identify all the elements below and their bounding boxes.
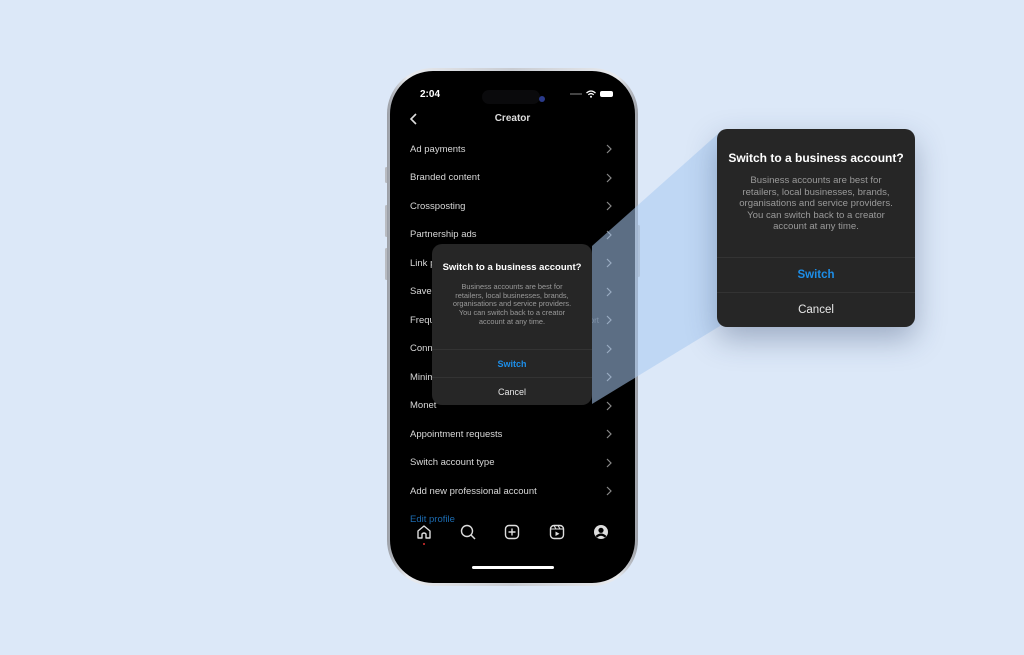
- wifi-icon: [586, 90, 596, 98]
- menu-item[interactable]: Appointment requests: [394, 420, 631, 449]
- dialog-body-line: Business accounts are best for: [750, 175, 882, 186]
- dialog-body-line: account at any time.: [478, 316, 546, 326]
- nav-bar: Creator: [394, 109, 631, 131]
- cancel-button[interactable]: Cancel: [717, 292, 915, 327]
- camera-indicator-icon: [539, 96, 545, 102]
- cancel-button[interactable]: Cancel: [432, 377, 592, 405]
- create-icon: [505, 524, 520, 540]
- chevron-right-icon: [606, 144, 612, 154]
- menu-item[interactable]: Add new professional account: [394, 477, 631, 506]
- menu-item-label: Ad payments: [410, 143, 466, 155]
- switch-account-dialog-zoomed: Switch to a business account? Business a…: [717, 129, 915, 327]
- chevron-right-icon: [606, 344, 612, 354]
- profile-icon: [593, 525, 608, 539]
- menu-item-label: Switch account type: [410, 457, 495, 469]
- dialog-body: Business accounts are best for retailers…: [729, 175, 903, 233]
- tab-create[interactable]: [502, 522, 522, 542]
- switch-button[interactable]: Switch: [717, 257, 915, 292]
- chevron-right-icon: [606, 429, 612, 439]
- status-time: 2:04: [420, 89, 441, 100]
- notification-dot: [423, 543, 426, 545]
- chevron-right-icon: [606, 486, 612, 496]
- dialog-body-line: retailers, local businesses, brands,: [742, 186, 890, 198]
- chevron-right-icon: [606, 315, 612, 325]
- tab-search[interactable]: [458, 522, 478, 542]
- chevron-right-icon: [606, 201, 612, 211]
- chevron-right-icon: [606, 287, 612, 297]
- status-bar: 2:04: [394, 87, 631, 104]
- switch-button[interactable]: Switch: [432, 349, 592, 377]
- chevron-right-icon: [606, 173, 612, 183]
- menu-item-label: Partnership ads: [410, 229, 477, 241]
- chevron-right-icon: [606, 230, 612, 240]
- menu-item[interactable]: Crossposting: [394, 192, 631, 221]
- tab-home[interactable]: [414, 522, 434, 545]
- chevron-right-icon: [606, 458, 612, 468]
- menu-item[interactable]: Switch account type: [394, 449, 631, 478]
- home-indicator[interactable]: [471, 566, 554, 569]
- dynamic-island: [482, 90, 540, 104]
- menu-item-label: Add new professional account: [410, 485, 537, 497]
- dialog-title: Switch to a business account?: [728, 151, 904, 165]
- home-icon: [417, 525, 431, 539]
- menu-item-label: Appointment requests: [410, 428, 503, 440]
- menu-item-label: Branded content: [410, 172, 480, 184]
- tab-profile[interactable]: [591, 522, 611, 542]
- menu-item[interactable]: Ad payments: [394, 135, 631, 164]
- dialog-body: Business accounts are best for retailers…: [442, 282, 582, 327]
- menu-item[interactable]: Branded content: [394, 164, 631, 193]
- search-icon: [461, 524, 476, 540]
- reels-icon: [549, 524, 564, 540]
- switch-account-dialog: Switch to a business account? Business a…: [432, 244, 592, 405]
- dialog-body-line: organisations and service providers.: [739, 198, 893, 209]
- signal-icon: [570, 93, 582, 95]
- chevron-right-icon: [606, 401, 612, 411]
- dialog-body-line: You can switch back to a creator: [747, 209, 885, 221]
- tab-reels[interactable]: [547, 522, 567, 542]
- chevron-right-icon: [606, 258, 612, 268]
- dialog-body-line: account at any time.: [773, 221, 859, 232]
- page-title: Creator: [494, 113, 531, 124]
- chevron-right-icon: [606, 372, 612, 382]
- dialog-title: Switch to a business account?: [442, 262, 582, 273]
- tab-bar: [394, 519, 631, 545]
- battery-icon: [600, 91, 613, 97]
- menu-item-label: Crossposting: [410, 200, 466, 212]
